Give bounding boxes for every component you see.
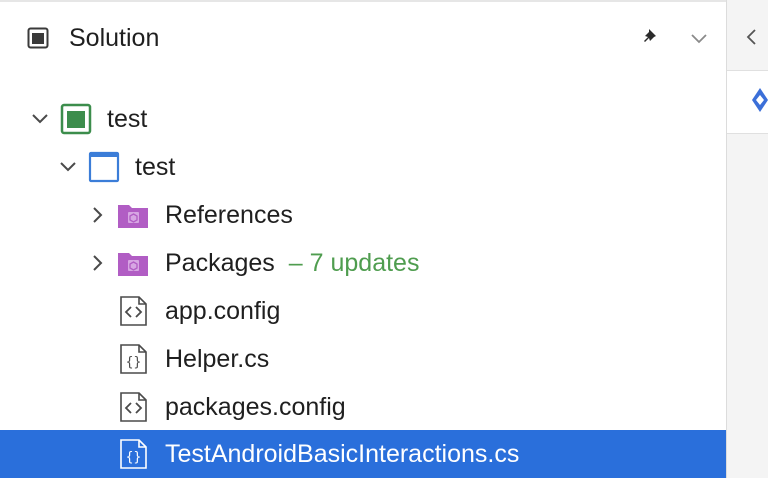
tree-item-label: test	[135, 153, 176, 181]
solution-panel-icon	[27, 27, 49, 49]
tool-window-icon	[752, 88, 768, 112]
tree-item-label: TestAndroidBasicInteractions.cs	[165, 440, 520, 468]
tree-item-packages[interactable]: Packages – 7 updates	[0, 239, 726, 287]
svg-text:{}: {}	[126, 450, 142, 465]
tree-item-label: test	[107, 105, 148, 133]
tree-item-label: Helper.cs	[165, 345, 270, 373]
project-icon	[88, 151, 120, 183]
tree-item-label: References	[165, 201, 293, 229]
solution-header: Solution	[0, 0, 726, 76]
chevron-left-icon[interactable]	[743, 26, 759, 48]
config-file-icon	[120, 296, 147, 326]
tree-item-label: packages.config	[165, 393, 346, 421]
updates-badge: – 7 updates	[288, 249, 420, 277]
tree-item-packages-config[interactable]: packages.config	[0, 383, 726, 431]
packages-label: Packages	[165, 249, 275, 277]
svg-text:{}: {}	[126, 355, 142, 370]
tree-item-references[interactable]: References	[0, 191, 726, 239]
solution-icon	[60, 103, 92, 135]
package-folder-icon	[118, 253, 148, 276]
package-folder-icon	[118, 205, 148, 228]
chevron-expanded-icon[interactable]	[30, 109, 50, 129]
tree-item-app-config[interactable]: app.config	[0, 287, 726, 335]
config-file-icon	[120, 392, 147, 422]
tree-item-solution[interactable]: test	[0, 95, 726, 143]
tree-item-helper-cs[interactable]: {} Helper.cs	[0, 335, 726, 383]
solution-pane: Solution test test References Packages –…	[0, 0, 727, 478]
chevron-down-icon[interactable]	[688, 28, 710, 48]
tree-item-label: app.config	[165, 297, 281, 325]
tree-item-project[interactable]: test	[0, 143, 726, 191]
tree-item-test-android[interactable]: {} TestAndroidBasicInteractions.cs	[0, 430, 726, 478]
chevron-expanded-icon[interactable]	[58, 157, 78, 177]
panel-title: Solution	[69, 24, 160, 52]
tree-item-label: Packages – 7 updates	[165, 248, 419, 278]
csharp-file-icon: {}	[120, 439, 147, 469]
pin-icon[interactable]	[641, 26, 663, 48]
chevron-collapsed-icon[interactable]	[88, 253, 108, 273]
csharp-file-icon: {}	[120, 344, 147, 374]
chevron-collapsed-icon[interactable]	[88, 205, 108, 225]
